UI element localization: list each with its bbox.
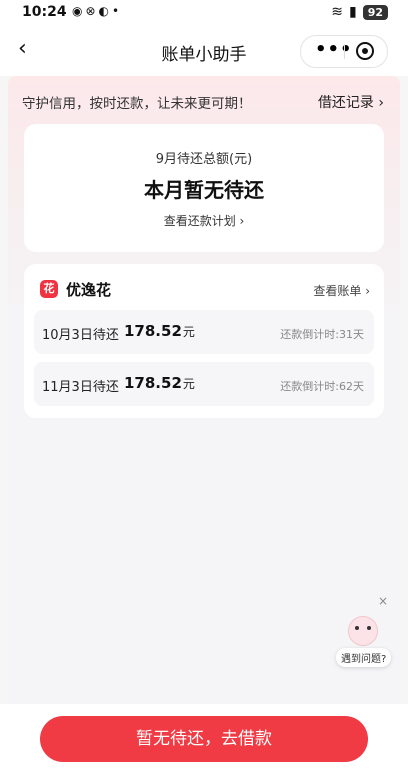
mascot-icon[interactable] bbox=[348, 616, 378, 646]
bill-due-date: 11月3日待还 bbox=[42, 380, 119, 395]
bill-due-date: 10月3日待还 bbox=[42, 328, 119, 343]
bottom-bar: 暂无待还，去借款 bbox=[0, 704, 408, 776]
notification-icons: ◉⊗◐• bbox=[72, 4, 123, 18]
flower-logo-icon: 花 bbox=[40, 280, 58, 298]
status-time: 10:24 bbox=[22, 4, 67, 20]
bill-amount: 178.52 bbox=[124, 322, 182, 340]
view-bill-link[interactable]: 查看账单 › bbox=[313, 282, 370, 299]
status-bar: 10:24 ◉⊗◐• ≋ ▮ 92 bbox=[0, 0, 408, 26]
due-total-label: 9月待还总额(元) bbox=[155, 152, 253, 167]
borrow-record-link[interactable]: 借还记录 › bbox=[318, 92, 384, 112]
banner: 守护信用，按时还款，让未来更可期！ 借还记录 › bbox=[8, 76, 400, 124]
miniapp-capsule: ••• bbox=[300, 35, 388, 68]
wifi-icon: ≋ bbox=[331, 4, 343, 20]
due-status: 本月暂无待还 bbox=[144, 178, 264, 202]
bill-countdown: 还款倒计时:62天 bbox=[280, 380, 364, 393]
banner-slogan: 守护信用，按时还款，让未来更可期！ bbox=[22, 96, 252, 112]
bill-unit: 元 bbox=[182, 325, 195, 339]
summary-card: 9月待还总额(元) 本月暂无待还 查看还款计划 › bbox=[24, 124, 384, 252]
bill-countdown: 还款倒计时:31天 bbox=[280, 328, 364, 341]
more-icon[interactable]: ••• bbox=[315, 39, 353, 60]
signal-icon: ▮ bbox=[348, 4, 357, 20]
bill-unit: 元 bbox=[182, 377, 195, 391]
close-icon[interactable]: × bbox=[378, 594, 388, 608]
product-card: 花 优逸花 查看账单 › 10月3日待还 178.52元 还款倒计时:31天 1… bbox=[24, 264, 384, 418]
capsule-divider bbox=[344, 44, 345, 59]
bill-amount-wrap: 178.52元 bbox=[124, 374, 195, 392]
help-label[interactable]: 遇到问题? bbox=[336, 648, 392, 667]
nav-bar: ‹ 账单小助手 ••• bbox=[0, 26, 408, 76]
status-right: ≋ ▮ 92 bbox=[331, 4, 388, 20]
battery-icon: 92 bbox=[362, 4, 388, 20]
main-content: 守护信用，按时还款，让未来更可期！ 借还记录 › 9月待还总额(元) 本月暂无待… bbox=[8, 76, 400, 704]
borrow-button[interactable]: 暂无待还，去借款 bbox=[40, 716, 368, 762]
bill-row[interactable]: 10月3日待还 178.52元 还款倒计时:31天 bbox=[34, 310, 374, 354]
product-name: 优逸花 bbox=[66, 281, 112, 299]
bill-amount-wrap: 178.52元 bbox=[124, 322, 195, 340]
repayment-plan-link[interactable]: 查看还款计划 › bbox=[24, 212, 384, 229]
bill-row[interactable]: 11月3日待还 178.52元 还款倒计时:62天 bbox=[34, 362, 374, 406]
bill-amount: 178.52 bbox=[124, 374, 182, 392]
help-widget[interactable]: × 遇到问题? bbox=[336, 594, 392, 672]
close-miniapp-icon[interactable] bbox=[356, 42, 374, 60]
